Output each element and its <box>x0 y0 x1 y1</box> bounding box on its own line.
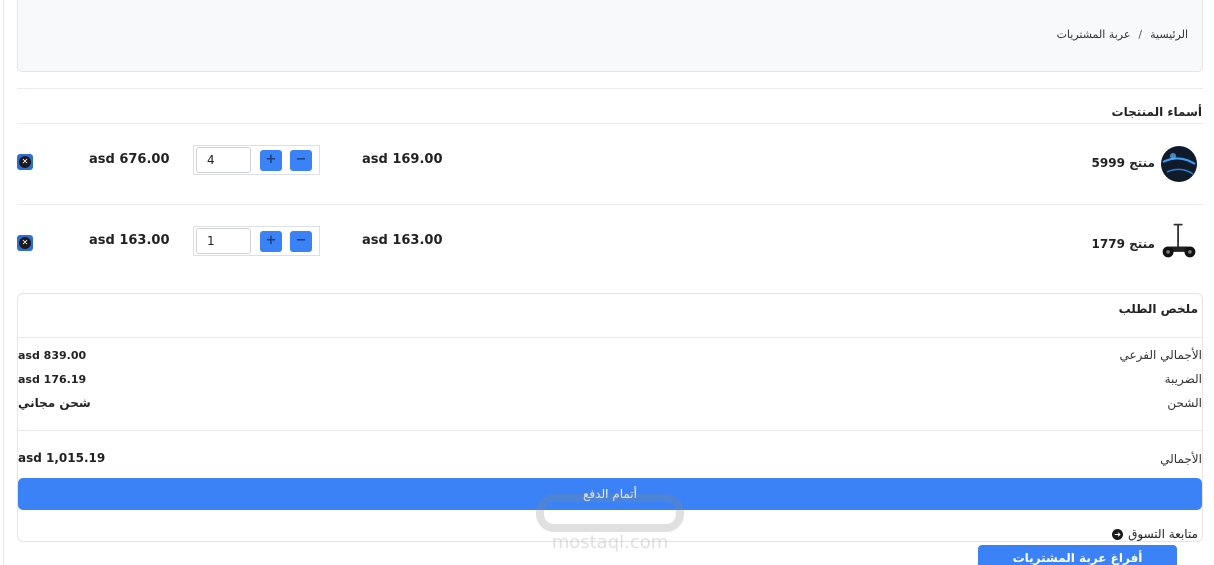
order-summary: ملخص الطلب الأجمالي الفرعي asd 839.00 ال… <box>17 293 1203 542</box>
line-total: asd 163.00 <box>89 233 170 248</box>
breadcrumb: الرئيسية / عربة المشتريات <box>1057 28 1188 41</box>
total-label: الأجمالي <box>1160 452 1202 466</box>
subtotal-label: الأجمالي الفرعي <box>1119 348 1202 362</box>
unit-price: asd 169.00 <box>362 152 443 167</box>
cart-row: ✕ asd 163.00 1 + − asd 163.00 منتج 1779 <box>17 205 1203 277</box>
quantity-input[interactable]: 4 <box>196 147 251 173</box>
clear-cart-button[interactable]: أفراغ عربة المشتريات <box>978 545 1177 565</box>
product-name[interactable]: منتج 1779 <box>1092 237 1155 251</box>
breadcrumb-separator: / <box>1138 28 1143 41</box>
close-icon: ✕ <box>19 156 31 168</box>
checkout-button[interactable]: أتمام الدفع <box>18 478 1202 510</box>
remove-item-button[interactable]: ✕ <box>17 235 33 251</box>
breadcrumb-current: عربة المشتريات <box>1056 28 1131 41</box>
quantity-stepper: 4 + − <box>193 145 320 175</box>
close-icon: ✕ <box>19 237 31 249</box>
total-value: asd 1,015.19 <box>18 451 106 465</box>
subtotal-value: asd 839.00 <box>18 349 87 362</box>
line-total: asd 676.00 <box>89 152 170 167</box>
summary-title: ملخص الطلب <box>1118 302 1198 316</box>
decrease-quantity-button[interactable]: − <box>290 231 312 252</box>
shipping-value: شحن مجاني <box>18 396 91 410</box>
products-header: أسماء المنتجات <box>1111 105 1202 119</box>
shipping-label: الشحن <box>1167 396 1202 410</box>
tax-label: الضريبة <box>1164 372 1202 386</box>
breadcrumb-container: الرئيسية / عربة المشتريات <box>17 0 1203 72</box>
remove-item-button[interactable]: ✕ <box>17 154 33 170</box>
tax-value: asd 176.19 <box>18 373 87 386</box>
decrease-quantity-button[interactable]: − <box>290 150 312 171</box>
ball-product-image <box>1161 146 1197 182</box>
scooter-product-image <box>1162 223 1196 258</box>
divider <box>18 337 1202 338</box>
quantity-input[interactable]: 1 <box>196 228 251 254</box>
arrow-right-icon: ➜ <box>1112 528 1124 540</box>
cart-row: ✕ asd 676.00 4 + − asd 169.00 منتج 5999 <box>17 124 1203 196</box>
increase-quantity-button[interactable]: + <box>260 231 282 252</box>
continue-shopping-label: متابعة التسوق <box>1128 527 1198 541</box>
product-name[interactable]: منتج 5999 <box>1092 156 1155 170</box>
increase-quantity-button[interactable]: + <box>260 150 282 171</box>
breadcrumb-home-link[interactable]: الرئيسية <box>1150 28 1188 41</box>
quantity-stepper: 1 + − <box>193 226 320 256</box>
divider <box>18 430 1202 431</box>
unit-price: asd 163.00 <box>362 233 443 248</box>
continue-shopping-link[interactable]: متابعة التسوق ➜ <box>1112 527 1198 541</box>
page-left-border <box>3 0 4 565</box>
divider <box>17 88 1203 89</box>
